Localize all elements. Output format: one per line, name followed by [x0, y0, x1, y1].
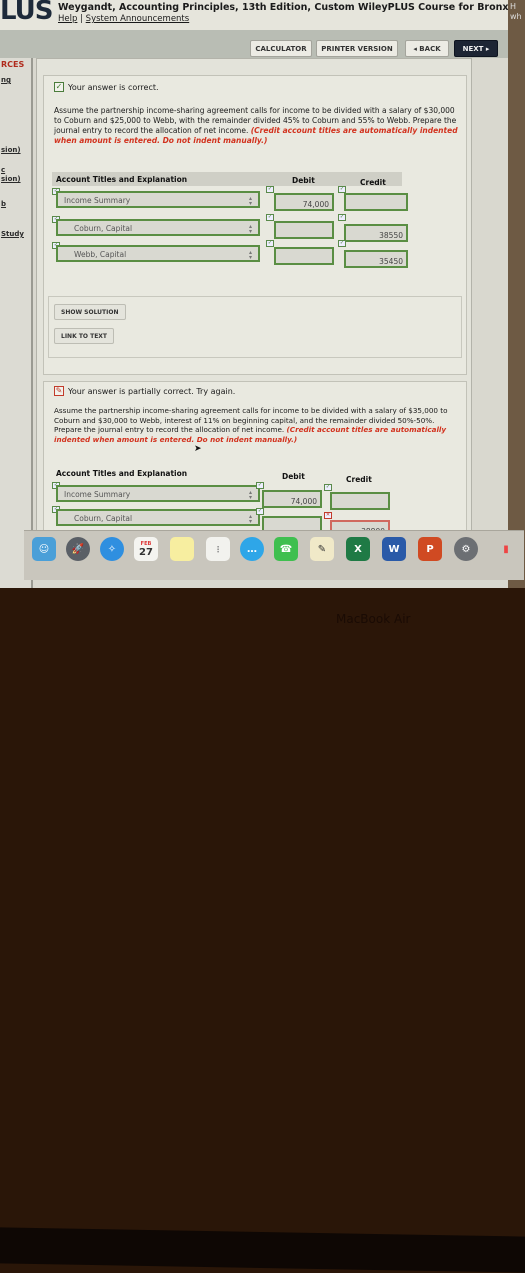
- facetime-icon[interactable]: ☎: [274, 537, 298, 561]
- answer-status: ✎ Your answer is partially correct. Try …: [54, 386, 235, 396]
- account-select[interactable]: Income Summary ▴ ▾: [56, 485, 260, 502]
- journal-table-header: Account Titles and Explanation Debit Cre…: [52, 172, 402, 187]
- credit-input[interactable]: [344, 193, 408, 211]
- word-icon[interactable]: W: [382, 537, 406, 561]
- sidebar-item[interactable]: b: [1, 200, 6, 208]
- edge-hint-text: H wh: [510, 2, 522, 21]
- check-icon: ✓: [266, 240, 274, 247]
- header-debit: Debit: [292, 176, 315, 185]
- check-icon: ✓: [338, 214, 346, 221]
- question-prompt: Assume the partnership income-sharing ag…: [54, 106, 464, 146]
- header-debit: Debit: [282, 472, 305, 481]
- error-x-icon: ✕: [324, 512, 332, 519]
- question-area: ✓ Your answer is correct. Assume the par…: [36, 58, 472, 571]
- macbook-label: MacBook Air: [336, 612, 411, 626]
- powerpoint-icon[interactable]: P: [418, 537, 442, 561]
- macos-dock: ☺ 🚀 ✧ FEB 27 ⋮ … ☎ ✎ X W P ⚙ ▮: [24, 530, 524, 580]
- select-arrows-icon: ▴ ▾: [248, 513, 252, 525]
- status-text: Your answer is partially correct. Try ag…: [68, 386, 236, 396]
- header-account: Account Titles and Explanation: [56, 469, 188, 478]
- debit-input[interactable]: [274, 247, 334, 265]
- credit-input[interactable]: 35450: [344, 250, 408, 268]
- journal-row: ✓ Income Summary▴▾ ✓ 74,000 ✓: [52, 186, 412, 211]
- sidebar-item[interactable]: sion): [1, 146, 21, 154]
- journal-row: ✓ Coburn, Capital▴▾ ✓ ✓ 38550: [52, 214, 412, 242]
- account-select[interactable]: Webb, Capital ▴ ▾: [56, 245, 260, 262]
- journal-table-header: Account Titles and Explanation Debit Cre…: [52, 466, 402, 484]
- account-select[interactable]: Coburn, Capital ▴ ▾: [56, 509, 260, 526]
- laptop-screen: LUS Weygandt, Accounting Principles, 13t…: [0, 0, 525, 588]
- link-separator: |: [80, 14, 83, 24]
- journal-row: ✓ Income Summary▴▾ ✓ 74,000 ✓: [52, 482, 412, 510]
- check-icon: ✓: [256, 482, 264, 489]
- messages-icon[interactable]: …: [240, 537, 264, 561]
- debit-input[interactable]: [274, 221, 334, 239]
- preview-icon[interactable]: ✎: [310, 537, 334, 561]
- sidebar-item[interactable]: Study: [1, 230, 24, 238]
- next-button[interactable]: NEXT ▸: [454, 40, 498, 57]
- back-button[interactable]: ◂ BACK: [405, 40, 449, 57]
- launchpad-icon[interactable]: 🚀: [66, 537, 90, 561]
- select-arrows-icon: ▴ ▾: [248, 249, 252, 261]
- header-account: Account Titles and Explanation: [56, 175, 188, 184]
- resources-sidebar: RCES ng sion) c sion) b Study: [0, 58, 33, 588]
- course-title: Weygandt, Accounting Principles, 13th Ed…: [58, 2, 525, 13]
- excel-icon[interactable]: X: [346, 537, 370, 561]
- pencil-icon: ✎: [54, 386, 64, 396]
- select-arrows-icon: ▴ ▾: [248, 195, 252, 207]
- header-credit: Credit: [360, 178, 386, 187]
- notes-icon[interactable]: [170, 537, 194, 561]
- sidebar-item[interactable]: sion): [1, 175, 21, 183]
- check-icon: ✓: [54, 82, 64, 92]
- journal-row: ✓ Webb, Capital▴▾ ✓ ✓ 35450: [52, 240, 412, 268]
- select-arrows-icon: ▴ ▾: [248, 223, 252, 235]
- calendar-icon[interactable]: FEB 27: [134, 537, 158, 561]
- sidebar-item[interactable]: ng: [1, 76, 11, 84]
- header-links: Help | System Announcements: [58, 14, 189, 24]
- status-text: Your answer is correct.: [68, 82, 159, 92]
- laptop-bezel: [0, 588, 525, 1273]
- printer-version-button[interactable]: PRINTER VERSION: [316, 40, 398, 57]
- check-icon: ✓: [256, 508, 264, 515]
- credit-input[interactable]: 38550: [344, 224, 408, 242]
- bezel-shadow: [0, 1227, 525, 1273]
- question-panel-1: ✓ Your answer is correct. Assume the par…: [43, 75, 467, 375]
- wileyplus-logo: LUS: [0, 0, 53, 26]
- debit-input[interactable]: 74,000: [274, 193, 334, 211]
- mouse-cursor-icon: ➤: [194, 444, 202, 454]
- finder-icon[interactable]: ☺: [32, 537, 56, 561]
- check-icon: ✓: [324, 484, 332, 491]
- show-solution-button[interactable]: SHOW SOLUTION: [54, 304, 126, 320]
- safari-icon[interactable]: ✧: [100, 537, 124, 561]
- system-preferences-icon[interactable]: ⚙: [454, 537, 478, 561]
- check-icon: ✓: [266, 214, 274, 221]
- help-link[interactable]: Help: [58, 14, 77, 24]
- sidebar-item[interactable]: c: [1, 166, 5, 174]
- check-icon: ✓: [266, 186, 274, 193]
- check-icon: ✓: [338, 186, 346, 193]
- toolbar: CALCULATOR PRINTER VERSION ◂ BACK NEXT ▸: [0, 30, 510, 58]
- check-icon: ✓: [338, 240, 346, 247]
- select-arrows-icon: ▴ ▾: [248, 489, 252, 501]
- question-prompt: Assume the partnership income-sharing ag…: [54, 406, 464, 444]
- calculator-button[interactable]: CALCULATOR: [250, 40, 312, 57]
- journal-row: ✓ Coburn, Capital▴▾ ✓ ✕ 38800: [52, 506, 412, 538]
- sidebar-heading: RCES: [1, 60, 25, 69]
- link-to-text-button[interactable]: LINK TO TEXT: [54, 328, 115, 344]
- app-header: LUS Weygandt, Accounting Principles, 13t…: [0, 0, 525, 30]
- numbers-icon[interactable]: ▮: [494, 537, 518, 561]
- desktop-background-edge: H wh: [508, 0, 525, 588]
- reminders-icon[interactable]: ⋮: [206, 537, 230, 561]
- account-select[interactable]: Income Summary ▴ ▾: [56, 191, 260, 208]
- answer-status: ✓ Your answer is correct.: [54, 82, 159, 92]
- system-announcements-link[interactable]: System Announcements: [86, 14, 190, 24]
- account-select[interactable]: Coburn, Capital ▴ ▾: [56, 219, 260, 236]
